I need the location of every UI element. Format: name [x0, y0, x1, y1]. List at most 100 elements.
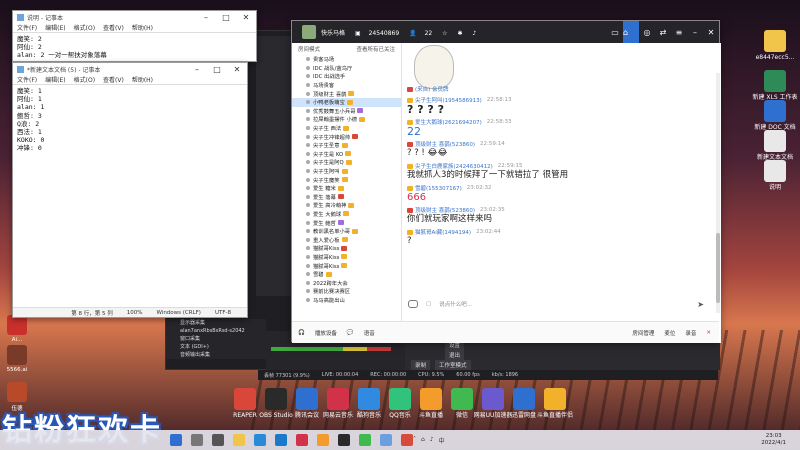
menu-format[interactable]: 格式(O) — [74, 75, 95, 84]
network-icon[interactable]: ⌂ — [421, 436, 425, 445]
menu-edit[interactable]: 编辑(E) — [45, 75, 65, 84]
view-following-link[interactable]: 查看所有已关注 — [356, 45, 395, 53]
desktop-icon-folder[interactable]: e8447ecc5... — [752, 30, 798, 62]
member-list-item[interactable]: IDC 出战选手 — [292, 72, 401, 81]
member-list-item[interactable]: 尖子生魔笑 — [292, 175, 401, 184]
member-list-item[interactable]: 爱生 鲍哲 — [292, 218, 401, 227]
member-list-item[interactable]: 尖子生冲锋超帅 — [292, 132, 401, 141]
member-list-item[interactable]: 爱生 糖米 — [292, 184, 401, 193]
menu-format[interactable]: 格式(O) — [74, 23, 95, 32]
member-list-item[interactable]: 尖子生是阿Q — [292, 158, 401, 167]
ime-icon[interactable]: 中 — [439, 436, 445, 445]
avatar[interactable] — [302, 25, 316, 39]
send-icon[interactable]: ➤ — [697, 300, 704, 309]
member-list-item[interactable]: 2022跨年大会 — [292, 278, 401, 287]
member-list-item[interactable]: 教训黑名单小哥 — [292, 227, 401, 236]
desktop-icon-left-1[interactable]: Ai... — [2, 315, 32, 343]
wechat-icon[interactable] — [359, 434, 371, 446]
minimize-icon[interactable]: – — [687, 28, 703, 37]
desktop-icon-doc[interactable]: 新建 DOC 文档 — [752, 100, 798, 132]
member-list-item[interactable]: 爱生 高冷萌神 — [292, 201, 401, 210]
dock-app-shortcut[interactable]: 斗鱼直播伴侣 — [532, 388, 578, 420]
member-list-item[interactable]: 马场贵客 — [292, 81, 401, 90]
obs-source[interactable]: 文本 (GDI+) — [166, 343, 266, 351]
chat-icon[interactable]: 💬 — [347, 330, 354, 336]
menu-file[interactable]: 文件(F) — [17, 75, 37, 84]
member-list-item[interactable]: 猫腻哥Kiss — [292, 261, 401, 270]
emoji-icon[interactable] — [408, 300, 418, 308]
obs-studio-mode-button[interactable]: 工作室模式 — [435, 360, 471, 370]
menu-edit[interactable]: 编辑(E) — [45, 23, 65, 32]
room-management-button[interactable]: 房间管理 — [632, 329, 654, 337]
star-icon[interactable]: ☆ — [442, 30, 447, 37]
settings-icon[interactable]: ✱ — [457, 30, 462, 37]
chat-input[interactable]: 说点什么吧... — [439, 300, 472, 308]
douyu-icon[interactable] — [317, 434, 329, 446]
obs-source[interactable]: 窗口采集 — [166, 335, 266, 343]
notepad-text-area[interactable]: 魔笑: 2 阿仙: 2 alan: 2 一对一帮扶对象落幕 — [13, 33, 256, 62]
member-list-item[interactable]: 拉屎翰墨摆件 小德 — [292, 115, 401, 124]
member-list-item[interactable]: 尖子生是 KO — [292, 150, 401, 159]
obs-record-button[interactable]: 录制 — [411, 360, 431, 370]
chat-username[interactable]: 猫腻哥Ai藏(1494194) — [415, 228, 471, 236]
notepad-icon[interactable] — [380, 434, 392, 446]
member-list-item[interactable]: 重入爱心板 — [292, 235, 401, 244]
close-icon[interactable]: ✕ — [236, 13, 256, 22]
desktop-icon-left-2[interactable]: 5566.ai — [2, 345, 32, 373]
member-list-item[interactable]: 小鸭老板萌宝 — [292, 97, 401, 107]
menu-help[interactable]: 帮助(H) — [132, 23, 153, 32]
close-icon[interactable]: ✕ — [706, 330, 711, 336]
edge-icon[interactable] — [254, 434, 266, 446]
member-list-item[interactable]: 猫腻哥Kiss — [292, 244, 401, 253]
minimize-icon[interactable]: – — [187, 65, 207, 74]
bell-icon[interactable]: ♪ — [472, 30, 476, 37]
member-list-item[interactable]: 爱生 大鹅球 — [292, 210, 401, 219]
menu-view[interactable]: 查看(V) — [103, 75, 124, 84]
talk-button[interactable]: 语音 — [364, 329, 375, 337]
member-list-item[interactable]: IDC 战队/蓝鸟厅 — [292, 64, 401, 73]
obs-exit-button[interactable]: 退出 — [445, 350, 465, 360]
obs-source[interactable]: alan7anxRbsBsRsd-s2042 — [166, 327, 266, 335]
store-icon[interactable] — [275, 434, 287, 446]
close-icon[interactable]: ✕ — [703, 28, 719, 37]
maximize-icon[interactable]: □ — [207, 65, 227, 74]
close-icon[interactable]: ✕ — [227, 65, 247, 74]
app-icon[interactable]: ◎ — [639, 28, 655, 37]
member-list-item[interactable]: 雪碧 — [292, 270, 401, 279]
chat-username[interactable]: 顶级财主 喜鹊(523860) — [415, 206, 475, 214]
chat-username[interactable]: 爱生大鹅球(2621694207) — [415, 118, 482, 126]
video-icon[interactable]: ▭ — [607, 28, 623, 37]
playback-device-button[interactable]: 播放设备 — [315, 329, 337, 337]
chat-username[interactable]: 雪碧(155307167) — [415, 184, 462, 192]
obs-icon[interactable] — [338, 434, 350, 446]
chevron-up-icon[interactable]: ˄ — [413, 436, 416, 445]
member-list-item[interactable]: 顶级财主 喜鹊 — [292, 89, 401, 98]
member-list-item[interactable]: 赛前比赛决赛区 — [292, 287, 401, 296]
windows-start-icon[interactable] — [170, 434, 182, 446]
file-explorer-icon[interactable] — [233, 434, 245, 446]
search-icon[interactable] — [191, 434, 203, 446]
chat-username[interactable]: (来自) 会员牌 — [415, 85, 449, 93]
maximize-icon[interactable]: □ — [216, 13, 236, 22]
headset-icon[interactable]: 🎧 — [298, 330, 305, 336]
member-list-item[interactable]: 爱生 落幕 — [292, 193, 401, 202]
record-button[interactable]: 录音 — [685, 329, 696, 337]
desktop-icon-txt-note[interactable]: 说明 — [752, 160, 798, 192]
desktop-icon-xls[interactable]: 新建 XLS 工作表 — [752, 70, 798, 102]
member-list-item[interactable]: 尖子生阿叫 — [292, 167, 401, 176]
member-list-item[interactable]: 优秀鼓舞五小兵哥 — [292, 107, 401, 116]
obs-source[interactable]: 显示器采集 — [166, 319, 266, 327]
task-view-icon[interactable] — [212, 434, 224, 446]
member-list-item[interactable]: 尖子生圣意 — [292, 141, 401, 150]
notepad-text-area[interactable]: 魔笑: 1 阿仙: 1 alan: 1 鲍哲: 3 Q浪: 2 西法: 1 KO… — [13, 85, 247, 155]
taskbar-clock[interactable]: 23:03 2022/4/1 — [761, 433, 786, 447]
mic-slot-button[interactable]: 麦位 — [664, 329, 675, 337]
home-icon[interactable]: ⌂ — [623, 21, 639, 43]
gift-icon[interactable]: ▢ — [426, 301, 431, 307]
menu-file[interactable]: 文件(F) — [17, 23, 37, 32]
member-list-item[interactable]: 贵客马场 — [292, 55, 401, 64]
member-list-item[interactable]: 马马高能出山 — [292, 296, 401, 305]
menu-view[interactable]: 查看(V) — [103, 23, 124, 32]
switch-icon[interactable]: ⇄ — [655, 28, 671, 37]
volume-icon[interactable]: ♪ — [430, 436, 434, 445]
